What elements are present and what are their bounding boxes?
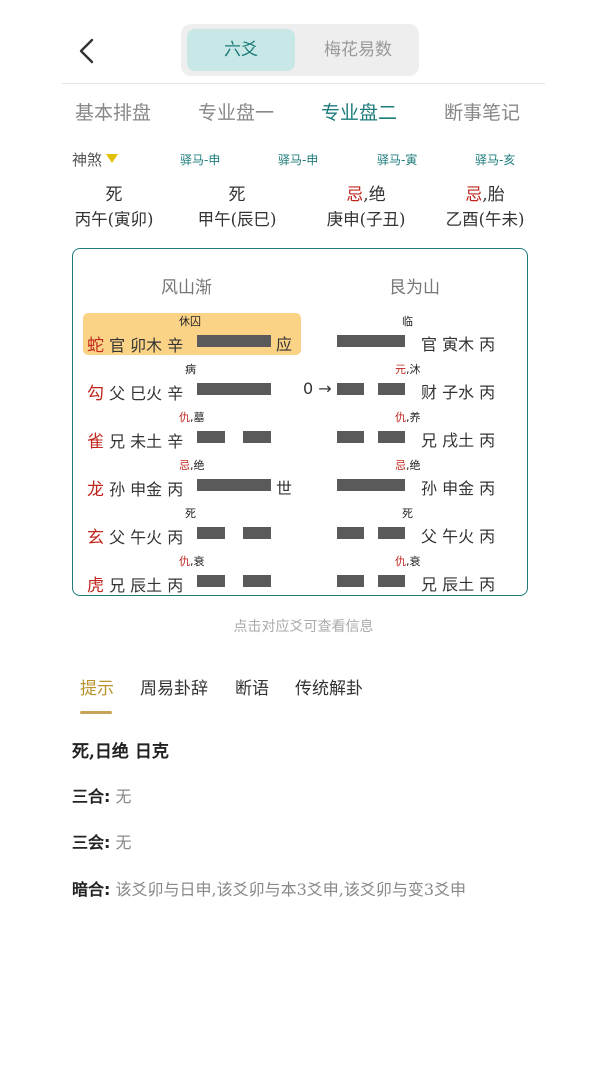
yao-line-5[interactable]: 病 勾 父 巳火 辛 0 → 元,沐 财 子水 丙 — [73, 361, 527, 407]
mode-segmented-control: 六爻 梅花易数 — [181, 24, 419, 76]
yima-day: 驿马-寅 — [377, 153, 418, 167]
shensha-dropdown[interactable]: 神煞 — [72, 149, 119, 170]
yin-line-left — [337, 575, 364, 587]
active-tab-underline — [80, 711, 112, 714]
yima-year: 驿马-申 — [180, 153, 221, 167]
yin-line-right — [378, 527, 405, 539]
tab-notes[interactable]: 断事笔记 — [444, 98, 520, 125]
shensha-label: 神煞 — [72, 151, 103, 169]
seg-tab-meihua[interactable]: 梅花易数 — [303, 29, 413, 71]
back-arrow-icon[interactable] — [72, 36, 102, 66]
yin-line-left — [337, 431, 364, 443]
yao-line-1[interactable]: 仇,衰 虎 兄 辰土 丙 仇,衰 兄 辰土 丙 — [73, 553, 527, 599]
pillar-hour: 忌,胎 乙酉(午未) — [445, 185, 525, 229]
header-divider — [62, 83, 545, 84]
yang-line — [197, 335, 271, 347]
yin-line-right — [378, 383, 405, 395]
yin-line-right — [378, 431, 405, 443]
yang-line — [197, 479, 271, 491]
yao-line-3[interactable]: 忌,绝 龙 孙 申金 丙 世 忌,绝 孙 申金 丙 — [73, 457, 527, 503]
tap-hint: 点击对应爻可查看信息 — [233, 619, 374, 635]
yima-hour: 驿马-亥 — [475, 153, 516, 167]
tab-traditional[interactable]: 传统解卦 — [295, 674, 363, 699]
pillar-month: 死 甲午(辰巳) — [197, 185, 277, 229]
yang-line — [197, 383, 271, 395]
yin-line-right — [243, 431, 271, 443]
info-sanhui: 三会: 无 — [72, 833, 132, 852]
line-summary: 死,日绝 日克 — [72, 742, 169, 762]
info-anhe: 暗合: 该爻卯与日申,该爻卯与本3爻申,该爻卯与变3爻申 — [72, 880, 467, 899]
seg-tab-liuyao[interactable]: 六爻 — [187, 29, 295, 71]
yao-line-4[interactable]: 仇,墓 雀 兄 未土 辛 仇,养 兄 戌土 丙 — [73, 409, 527, 455]
pillar-year: 死 丙午(寅卯) — [74, 185, 154, 229]
dropdown-triangle-icon — [106, 154, 119, 163]
tab-pro-2[interactable]: 专业盘二 — [321, 98, 397, 125]
yima-month: 驿马-申 — [278, 153, 319, 167]
yin-line-right — [243, 527, 271, 539]
yao-line-2[interactable]: 死 玄 父 午火 丙 死 父 午火 丙 — [73, 505, 527, 551]
yang-line — [337, 479, 405, 491]
yin-line-right — [378, 575, 405, 587]
moving-line-marker: 0 → — [303, 379, 332, 398]
yin-line-left — [337, 527, 364, 539]
yang-line — [337, 335, 405, 347]
yao-line-6[interactable]: 休囚 蛇 官 卯木 辛 应 临 官 寅木 丙 — [73, 313, 527, 359]
tab-pro-1[interactable]: 专业盘一 — [198, 98, 274, 125]
pillar-day: 忌,绝 庚申(子丑) — [326, 185, 406, 229]
yin-line-right — [243, 575, 271, 587]
yin-line-left — [337, 383, 364, 395]
hexagram-panel: 风山渐 艮为山 休囚 蛇 官 卯木 辛 应 临 官 寅木 丙 病 勾 父 巳火 … — [72, 248, 528, 596]
tab-tips[interactable]: 提示 — [80, 674, 114, 699]
yin-line-left — [197, 527, 225, 539]
tab-zhouyi[interactable]: 周易卦辞 — [140, 674, 208, 699]
tab-basic[interactable]: 基本排盘 — [75, 98, 151, 125]
yin-line-left — [197, 431, 225, 443]
yin-line-left — [197, 575, 225, 587]
changed-hexagram-name: 艮为山 — [389, 278, 440, 298]
original-hexagram-name: 风山渐 — [161, 278, 212, 298]
info-sanhe: 三合: 无 — [72, 787, 132, 806]
tab-duanyu[interactable]: 断语 — [235, 674, 269, 699]
